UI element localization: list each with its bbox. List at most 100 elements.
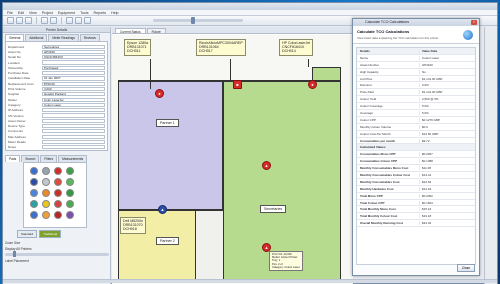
display-all-printers-checkbox[interactable]: Display All Printers — [5, 247, 109, 251]
new-button[interactable] — [7, 17, 14, 24]
tab-current-status[interactable]: Current Status — [115, 28, 146, 34]
close-icon[interactable]: × — [471, 20, 477, 25]
green-circle-icon[interactable] — [66, 200, 74, 208]
blue-circle-icon[interactable] — [30, 167, 38, 175]
grid-row[interactable]: Colour Yield 2,500 @ 5% — [357, 96, 475, 104]
pan-tool-button[interactable] — [75, 17, 82, 24]
property-value-field[interactable]: Secretaries — [42, 44, 105, 49]
property-value-field[interactable]: Color LaserJet — [42, 97, 105, 102]
menu-equipment[interactable]: Equipment — [58, 11, 75, 15]
blue-circle-icon[interactable] — [30, 178, 38, 186]
menu-file[interactable]: File — [7, 11, 13, 15]
tab-measurements[interactable]: Measurements — [58, 155, 88, 162]
grid-row[interactable]: Discount 0.0% — [357, 82, 475, 90]
printer-device-icon[interactable]: ▲ — [262, 161, 271, 170]
green-circle-icon[interactable] — [66, 167, 74, 175]
menu-reports[interactable]: Reports — [94, 11, 107, 15]
grid-row[interactable]: Total Colour CPP $0.1603 — [357, 200, 475, 207]
grid-row[interactable]: Total Mono CPP $0.0352 — [357, 193, 475, 200]
grid-row[interactable]: Monthly Consumables Cost $24.52 — [357, 179, 475, 186]
printer-device-icon[interactable]: ▲ — [158, 205, 167, 214]
standard-button[interactable]: Standard — [17, 230, 38, 238]
device-label-epson[interactable]: Epson 1280a DRB131071 DCH011 — [124, 39, 152, 56]
tab-general[interactable]: General — [5, 34, 25, 41]
menu-edit[interactable]: Edit — [18, 11, 24, 15]
property-value-field[interactable] — [42, 71, 105, 76]
grid-row[interactable]: List Price $1,141.00 GBP — [357, 76, 475, 83]
property-value-field[interactable]: Colour Laser — [42, 102, 105, 107]
grid-row[interactable]: Coverage 5.0% — [357, 110, 475, 117]
grid-row[interactable]: Overall Monthly Running Cost $34.34 — [357, 220, 475, 228]
property-value-field[interactable]: $750.00 — [42, 81, 105, 86]
room-partner-1[interactable] — [118, 80, 223, 210]
menu-tools[interactable]: Tools — [80, 11, 88, 15]
property-value-field[interactable] — [42, 108, 105, 113]
pointer-tool-button[interactable] — [66, 17, 73, 24]
green-circle-icon[interactable] — [66, 189, 74, 197]
menu-project[interactable]: Project — [42, 11, 53, 15]
floorplan-canvas[interactable]: Epson 1280a DRB131071 DCH011 RicohAficio… — [112, 35, 353, 284]
zoom-slider[interactable] — [153, 17, 243, 24]
column-header[interactable]: Details — [357, 49, 419, 53]
tab-future[interactable]: Future — [146, 28, 166, 34]
grey-circle-icon[interactable] — [42, 178, 50, 186]
purple-circle-icon[interactable] — [66, 211, 74, 219]
orange-circle-icon[interactable] — [42, 189, 50, 197]
open-button[interactable] — [16, 17, 23, 24]
undo-button[interactable] — [41, 17, 48, 24]
menu-help[interactable]: Help — [111, 11, 118, 15]
green-circle-icon[interactable] — [66, 178, 74, 186]
tab-pads[interactable]: Pads — [5, 155, 21, 162]
device-label-dell[interactable]: Dell M5200n DRB131070 DCH018 — [120, 217, 147, 234]
red-circle-icon[interactable] — [54, 200, 62, 208]
red-circle-icon[interactable] — [54, 189, 62, 197]
property-value-field[interactable]: CNCF4564XX — [42, 55, 105, 60]
red-circle-icon[interactable] — [54, 167, 62, 175]
grid-row[interactable]: High Capacity No — [357, 69, 475, 76]
grid-row[interactable]: Colour CPP $0.1279 GBP — [357, 117, 475, 124]
teal-circle-icon[interactable] — [30, 200, 38, 208]
tab-reviews[interactable]: Reviews — [79, 34, 100, 41]
slider-handle[interactable] — [13, 251, 16, 257]
device-label-ricoh[interactable]: RicohAficioMPC3004AREP DRB131064 DCH017 — [196, 39, 246, 56]
property-value-field[interactable] — [42, 118, 105, 123]
close-button[interactable]: Close — [456, 264, 475, 272]
label-size-slider[interactable] — [5, 251, 109, 257]
blue-circle-icon[interactable] — [30, 211, 38, 219]
tab-meter-readings[interactable]: Meter Readings — [48, 34, 79, 41]
menu-view[interactable]: View — [29, 11, 37, 15]
property-value-field[interactable] — [42, 124, 105, 129]
yellow-circle-icon[interactable] — [42, 200, 50, 208]
grid-row[interactable]: Price Paid $1,141.00 GBP — [357, 89, 475, 97]
save-button[interactable] — [25, 17, 32, 24]
property-value-field[interactable] — [42, 113, 105, 118]
grid-row[interactable]: Consumables Colour CPP $0.1388 — [357, 158, 475, 166]
grid-row[interactable]: Name Colour Laser — [357, 55, 475, 62]
property-value-field[interactable] — [42, 145, 105, 150]
property-value-field[interactable]: 01 Jan 2007 — [42, 76, 105, 81]
device-label-hp[interactable]: HP ColorLaserJet CNCF816410 DCH014 — [279, 39, 314, 56]
grid-row[interactable]: Monthly Consumables Mono Cost $11.08 — [357, 165, 475, 173]
grid-row[interactable]: Asset Number HP3100 — [357, 62, 475, 69]
property-value-field[interactable]: Purchased — [42, 65, 105, 70]
property-value-field[interactable] — [42, 60, 105, 65]
property-value-field[interactable]: HP3100 — [42, 49, 105, 55]
property-value-field[interactable] — [42, 134, 105, 139]
column-header[interactable]: Value Data — [419, 48, 475, 53]
property-value-field[interactable]: Hewlett Packard — [42, 92, 105, 97]
grid-row[interactable]: Consumables Mono CPP $0.0257 — [357, 151, 475, 159]
zoom-tool-button[interactable] — [84, 17, 91, 24]
red-circle-icon[interactable] — [54, 178, 62, 186]
grid-row[interactable]: Total Monthly Mono Cost $15.16 — [357, 206, 475, 214]
grid-row[interactable]: Total Monthly Colour Cost $19.18 — [357, 213, 475, 221]
printer-device-icon[interactable]: ■ — [233, 80, 242, 89]
traditional-button[interactable]: Traditional — [39, 230, 62, 238]
tab-filters[interactable]: Filters — [40, 155, 58, 162]
tab-search[interactable]: Search — [21, 155, 40, 162]
grid-row[interactable]: Colour Coverage 5.0% — [357, 103, 475, 111]
property-value-field[interactable] — [42, 129, 105, 134]
tab-additional[interactable]: Additional — [25, 34, 48, 41]
red-circle-icon[interactable] — [54, 211, 62, 219]
grid-row[interactable]: Colour Cost Per Month $14.60 GBP — [357, 131, 475, 138]
grid-row[interactable]: Monthly Hardware Cost $14.04 — [357, 186, 475, 193]
